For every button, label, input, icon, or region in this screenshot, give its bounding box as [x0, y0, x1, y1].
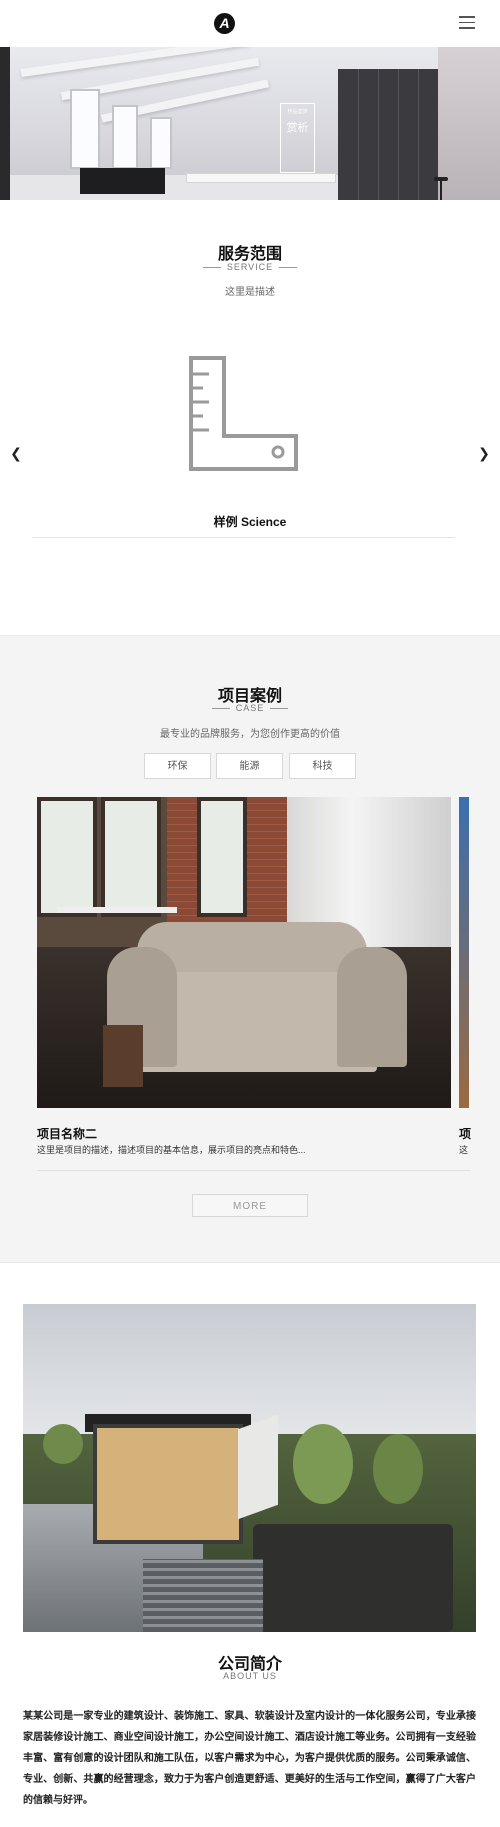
case-next-item-text: 这 — [459, 1145, 469, 1155]
header: A — [0, 0, 500, 47]
about-subtitle: ABOUT US — [223, 1671, 277, 1681]
service-subtitle: SERVICE — [0, 262, 500, 272]
filter-tab-energy[interactable]: 能源 — [216, 753, 283, 779]
service-subtitle-text: SERVICE — [226, 262, 274, 272]
case-next-image[interactable] — [459, 797, 469, 1108]
service-description: 这里是描述 — [225, 287, 275, 298]
filter-tab-technology[interactable]: 科技 — [289, 753, 356, 779]
case-project-image[interactable] — [37, 797, 451, 1108]
divider — [32, 537, 455, 538]
filter-tab-environment[interactable]: 环保 — [144, 753, 211, 779]
logo-letter: A — [219, 15, 230, 31]
case-item-name[interactable]: 项目名称二 — [37, 1125, 97, 1142]
hamburger-menu-icon[interactable] — [459, 16, 475, 29]
more-button[interactable]: MORE — [192, 1194, 308, 1217]
service-item-name[interactable]: 样例 Science — [0, 513, 500, 530]
about-text: 某某公司是一家专业的建筑设计、装饰施工、家具、软装设计及室内设计的一体化服务公司… — [23, 1711, 476, 1806]
divider — [37, 1170, 471, 1171]
case-filter-tabs: 环保 能源 科技 — [144, 753, 356, 779]
banner-sign-big: 赏析 — [286, 122, 309, 134]
hero-banner-image: 作品鉴赏 赏析 — [0, 47, 500, 200]
l-square-ruler-icon — [189, 356, 298, 471]
case-next-item-name[interactable]: 项 — [459, 1125, 471, 1142]
case-subtitle: CASE — [0, 703, 500, 713]
about-company-image — [23, 1304, 476, 1632]
chevron-right-icon[interactable]: ❯ — [477, 446, 491, 460]
banner-sign: 作品鉴赏 赏析 — [280, 103, 315, 173]
chevron-left-icon[interactable]: ❮ — [9, 446, 23, 460]
case-description: 最专业的品牌服务，为您创作更高的价值 — [160, 729, 340, 740]
case-subtitle-text: CASE — [235, 703, 265, 713]
service-title: 服务范围 — [217, 246, 282, 263]
case-item-text: 这里是项目的描述，描述项目的基本信息，展示项目的亮点和特色... — [37, 1145, 306, 1155]
banner-sign-small: 作品鉴赏 — [287, 109, 308, 115]
logo[interactable]: A — [214, 13, 235, 34]
